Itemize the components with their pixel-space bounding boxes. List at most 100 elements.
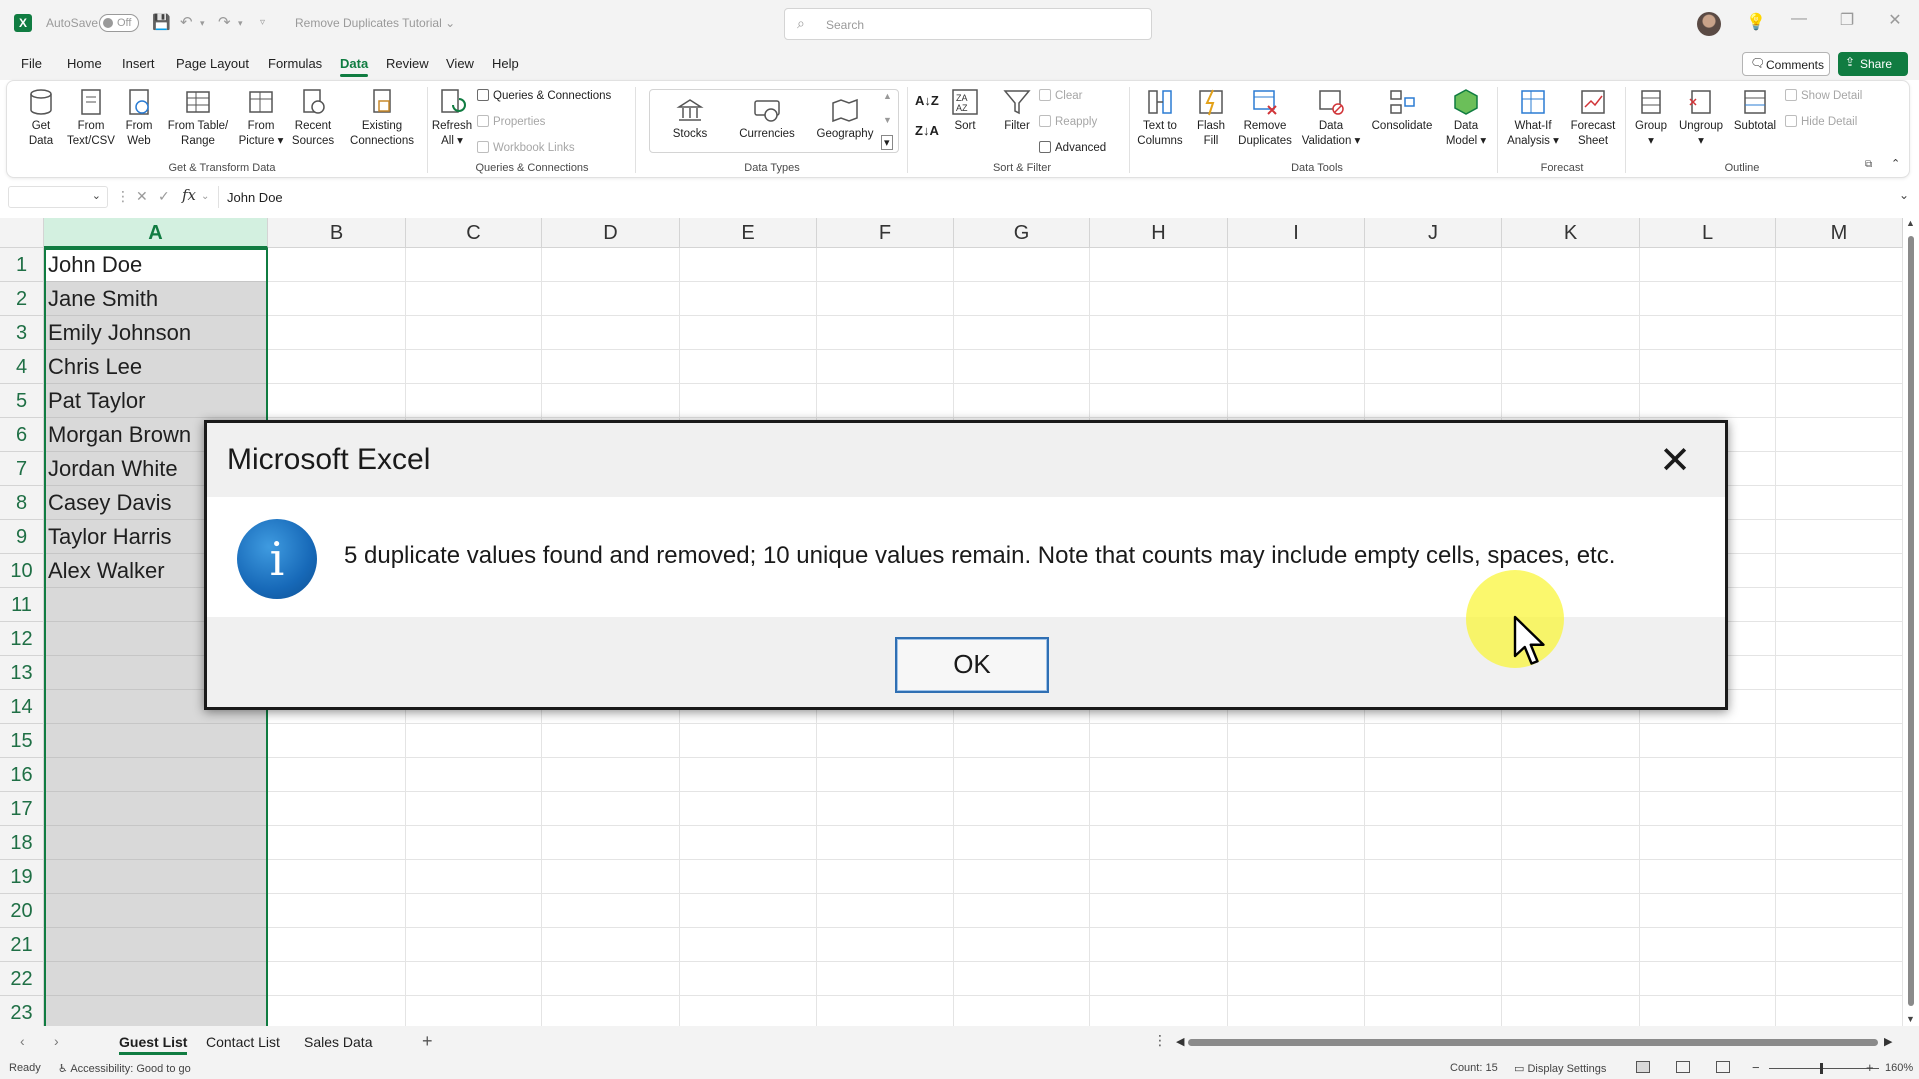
cell-j16[interactable] <box>1365 758 1502 792</box>
cell-h17[interactable] <box>1090 792 1228 826</box>
cell-g16[interactable] <box>954 758 1090 792</box>
cell-h15[interactable] <box>1090 724 1228 758</box>
cell-d19[interactable] <box>542 860 680 894</box>
row-header-21[interactable]: 21 <box>0 928 44 962</box>
column-header-m[interactable]: M <box>1776 218 1903 248</box>
cell-j1[interactable] <box>1365 248 1502 282</box>
cell-b17[interactable] <box>268 792 406 826</box>
from-table-range-button[interactable]: From Table/ Range <box>163 87 233 149</box>
cell-g2[interactable] <box>954 282 1090 316</box>
cell-i23[interactable] <box>1228 996 1365 1026</box>
cell-d20[interactable] <box>542 894 680 928</box>
more-options-icon[interactable]: ⋮ <box>116 188 130 205</box>
formula-input[interactable]: John Doe <box>227 190 283 205</box>
column-header-d[interactable]: D <box>542 218 680 248</box>
text-to-columns-button[interactable]: Text to Columns <box>1133 87 1187 149</box>
row-header-1[interactable]: 1 <box>0 248 44 282</box>
stocks-button[interactable]: Stocks <box>657 95 723 142</box>
cell-h19[interactable] <box>1090 860 1228 894</box>
show-detail-button[interactable]: Show Detail <box>1785 89 1862 102</box>
column-header-k[interactable]: K <box>1502 218 1640 248</box>
cell-m10[interactable] <box>1776 554 1903 588</box>
cell-k17[interactable] <box>1502 792 1640 826</box>
cell-a18[interactable] <box>44 826 268 860</box>
accessibility-status[interactable]: ♿ Accessibility: Good to go <box>58 1062 191 1075</box>
row-header-7[interactable]: 7 <box>0 452 44 486</box>
cell-c22[interactable] <box>406 962 542 996</box>
cell-b16[interactable] <box>268 758 406 792</box>
cell-l23[interactable] <box>1640 996 1776 1026</box>
cell-b18[interactable] <box>268 826 406 860</box>
cell-c18[interactable] <box>406 826 542 860</box>
cell-h1[interactable] <box>1090 248 1228 282</box>
sheet-tab-sales-data[interactable]: Sales Data <box>304 1034 372 1050</box>
existing-connections-button[interactable]: Existing Connections <box>343 87 421 149</box>
cell-a5[interactable]: Pat Taylor <box>44 384 268 418</box>
cell-l16[interactable] <box>1640 758 1776 792</box>
cell-j4[interactable] <box>1365 350 1502 384</box>
dialog-launcher-icon[interactable]: ⧉ <box>1865 159 1872 170</box>
cell-g19[interactable] <box>954 860 1090 894</box>
cell-a19[interactable] <box>44 860 268 894</box>
column-header-f[interactable]: F <box>817 218 954 248</box>
cell-k1[interactable] <box>1502 248 1640 282</box>
column-header-i[interactable]: I <box>1228 218 1365 248</box>
cell-l18[interactable] <box>1640 826 1776 860</box>
cell-c4[interactable] <box>406 350 542 384</box>
cell-f16[interactable] <box>817 758 954 792</box>
currencies-button[interactable]: Currencies <box>731 95 803 142</box>
cell-g23[interactable] <box>954 996 1090 1026</box>
cell-j17[interactable] <box>1365 792 1502 826</box>
cell-f2[interactable] <box>817 282 954 316</box>
cell-k15[interactable] <box>1502 724 1640 758</box>
cell-e3[interactable] <box>680 316 817 350</box>
row-header-5[interactable]: 5 <box>0 384 44 418</box>
flash-fill-button[interactable]: Flash Fill <box>1191 87 1231 149</box>
cell-h5[interactable] <box>1090 384 1228 418</box>
cell-f3[interactable] <box>817 316 954 350</box>
cell-b19[interactable] <box>268 860 406 894</box>
geography-button[interactable]: Geography <box>807 95 883 142</box>
cell-l17[interactable] <box>1640 792 1776 826</box>
cell-f17[interactable] <box>817 792 954 826</box>
cell-k21[interactable] <box>1502 928 1640 962</box>
cell-d1[interactable] <box>542 248 680 282</box>
cell-l20[interactable] <box>1640 894 1776 928</box>
share-button[interactable]: ⇪ Share <box>1838 52 1908 76</box>
cell-i21[interactable] <box>1228 928 1365 962</box>
sort-button[interactable]: ZA AZ Sort <box>945 87 985 134</box>
cell-g17[interactable] <box>954 792 1090 826</box>
cell-e1[interactable] <box>680 248 817 282</box>
tab-data[interactable]: Data <box>340 56 369 77</box>
gallery-more-icon[interactable]: ▾ <box>881 135 893 150</box>
cell-c19[interactable] <box>406 860 542 894</box>
cell-b22[interactable] <box>268 962 406 996</box>
cell-a15[interactable] <box>44 724 268 758</box>
name-box[interactable]: ⌄ <box>8 186 108 208</box>
cell-j2[interactable] <box>1365 282 1502 316</box>
cell-m4[interactable] <box>1776 350 1903 384</box>
zoom-slider[interactable] <box>1769 1068 1879 1069</box>
cell-l3[interactable] <box>1640 316 1776 350</box>
data-model-button[interactable]: Data Model ▾ <box>1441 87 1491 149</box>
cell-a16[interactable] <box>44 758 268 792</box>
gallery-up-icon[interactable]: ▲ <box>883 91 892 101</box>
redo-icon[interactable]: ↷ <box>218 13 231 31</box>
cell-i15[interactable] <box>1228 724 1365 758</box>
cell-k5[interactable] <box>1502 384 1640 418</box>
tab-page-layout[interactable]: Page Layout <box>176 56 249 71</box>
cell-m5[interactable] <box>1776 384 1903 418</box>
cell-m19[interactable] <box>1776 860 1903 894</box>
function-dropdown-icon[interactable]: ⌄ <box>201 191 209 202</box>
cancel-entry-icon[interactable]: ✕ <box>136 188 148 205</box>
from-picture-button[interactable]: From Picture ▾ <box>237 87 285 149</box>
filter-button[interactable]: Filter <box>997 87 1037 134</box>
cell-m15[interactable] <box>1776 724 1903 758</box>
cell-m1[interactable] <box>1776 248 1903 282</box>
cell-b2[interactable] <box>268 282 406 316</box>
cell-f20[interactable] <box>817 894 954 928</box>
cell-m20[interactable] <box>1776 894 1903 928</box>
close-window-icon[interactable]: ✕ <box>1880 10 1910 30</box>
select-all-corner[interactable] <box>0 218 44 248</box>
row-header-14[interactable]: 14 <box>0 690 44 724</box>
